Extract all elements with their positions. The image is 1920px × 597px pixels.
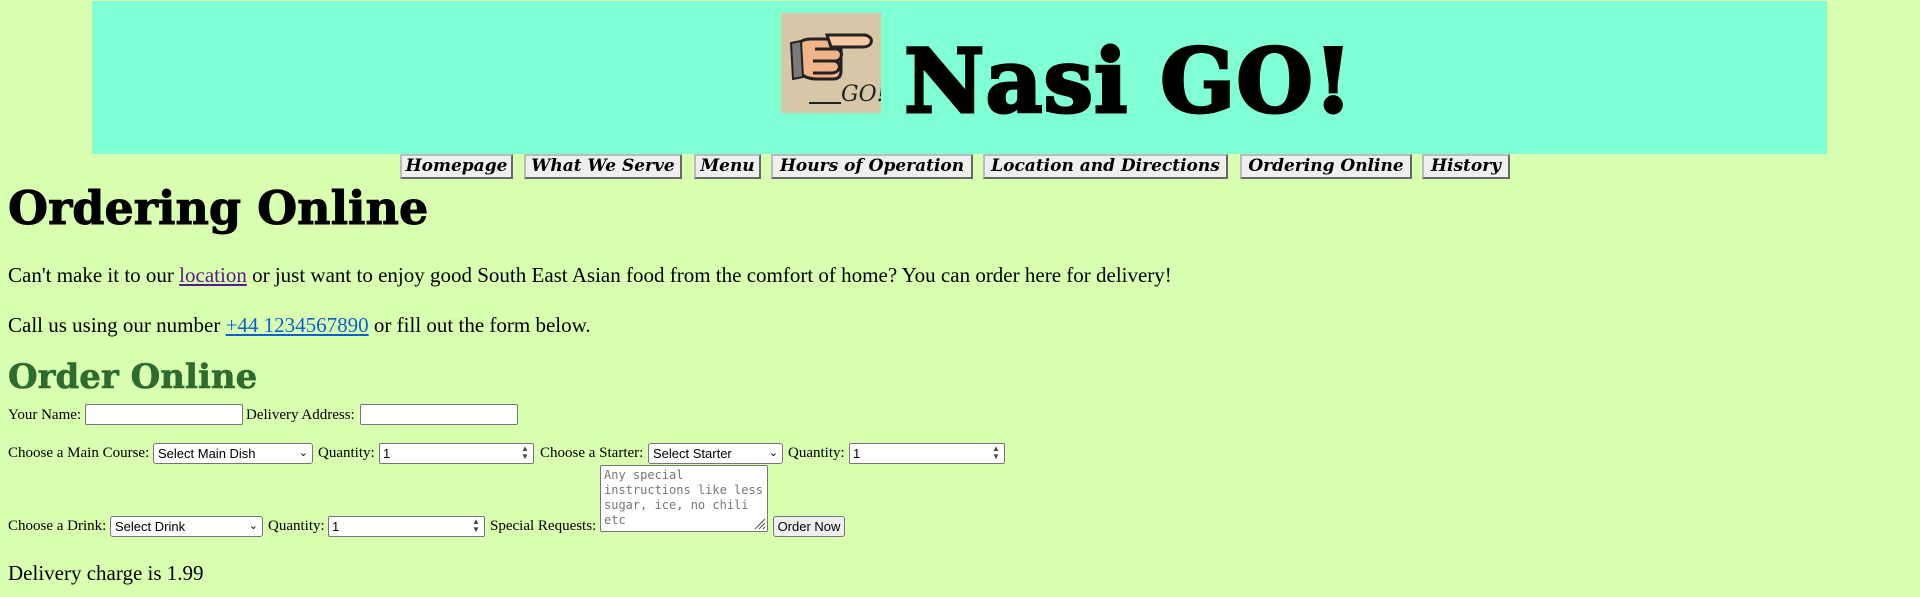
- site-title: Nasi GO!: [903, 29, 1355, 133]
- drink-quantity-input[interactable]: 1 ▲ ▼: [328, 516, 485, 537]
- intro-paragraph: Can't make it to our location or just wa…: [8, 262, 1172, 288]
- chevron-down-icon: ⌄: [298, 447, 308, 459]
- nav-history[interactable]: History: [1422, 154, 1510, 179]
- delivery-charge-text: Delivery charge is 1.99: [8, 561, 204, 585]
- spin-arrows-icon[interactable]: ▲ ▼: [990, 445, 1002, 462]
- main-quantity-label: Quantity:: [318, 445, 375, 461]
- logo-go-text: GO!: [841, 82, 881, 107]
- main-quantity-value: 1: [383, 446, 391, 461]
- drink-quantity-label: Quantity:: [268, 518, 325, 534]
- spin-arrows-icon[interactable]: ▲ ▼: [470, 518, 482, 535]
- starter-quantity-input[interactable]: 1 ▲ ▼: [849, 443, 1005, 464]
- order-now-button[interactable]: Order Now: [773, 516, 845, 537]
- order-form-title: Order Online: [8, 357, 258, 398]
- call-text-after: or fill out the form below.: [368, 313, 591, 337]
- intro-text-before: Can't make it to our: [8, 263, 180, 287]
- nav-what-we-serve[interactable]: What We Serve: [524, 154, 682, 179]
- main-course-select[interactable]: Select Main Dish ⌄: [153, 443, 313, 464]
- starter-label: Choose a Starter:: [540, 445, 644, 461]
- starter-quantity-label: Quantity:: [788, 445, 845, 461]
- chevron-down-icon: ⌄: [768, 447, 778, 459]
- header-banner: GO! Nasi GO!: [92, 1, 1827, 154]
- pointing-hand-icon[interactable]: GO!: [781, 13, 881, 113]
- special-requests-placeholder: Any special instructions like less sugar…: [604, 468, 763, 527]
- main-course-selected: Select Main Dish: [158, 446, 256, 461]
- name-input[interactable]: [85, 404, 243, 425]
- address-input[interactable]: [360, 404, 518, 425]
- nav-hours-of-operation[interactable]: Hours of Operation: [771, 154, 973, 179]
- intro-text-after: or just want to enjoy good South East As…: [246, 263, 1172, 287]
- nav-location-and-directions[interactable]: Location and Directions: [983, 154, 1228, 179]
- special-requests-textarea[interactable]: Any special instructions like less sugar…: [600, 465, 768, 532]
- nav-ordering-online[interactable]: Ordering Online: [1240, 154, 1412, 179]
- location-link[interactable]: location: [179, 263, 247, 287]
- page-title: Ordering Online: [7, 181, 429, 236]
- chevron-down-icon: ⌄: [248, 520, 258, 532]
- main-quantity-input[interactable]: 1 ▲ ▼: [379, 443, 534, 464]
- starter-quantity-value: 1: [853, 446, 861, 461]
- drink-select[interactable]: Select Drink ⌄: [110, 516, 263, 537]
- name-label: Your Name:: [8, 407, 82, 423]
- address-label: Delivery Address:: [246, 407, 355, 423]
- drink-label: Choose a Drink:: [8, 518, 107, 534]
- main-course-label: Choose a Main Course:: [8, 445, 150, 461]
- call-text-before: Call us using our number: [8, 313, 226, 337]
- phone-link[interactable]: +44 1234567890: [226, 313, 369, 337]
- starter-select[interactable]: Select Starter ⌄: [648, 443, 783, 464]
- drink-quantity-value: 1: [332, 519, 340, 534]
- resize-grip-icon[interactable]: [752, 516, 766, 530]
- starter-selected: Select Starter: [653, 446, 732, 461]
- spin-arrows-icon[interactable]: ▲ ▼: [519, 445, 531, 462]
- drink-selected: Select Drink: [115, 519, 186, 534]
- call-paragraph: Call us using our number +44 1234567890 …: [8, 312, 591, 338]
- nav-menu[interactable]: Menu: [694, 154, 761, 179]
- nav-homepage[interactable]: Homepage: [400, 154, 513, 179]
- special-requests-label: Special Requests:: [490, 518, 597, 534]
